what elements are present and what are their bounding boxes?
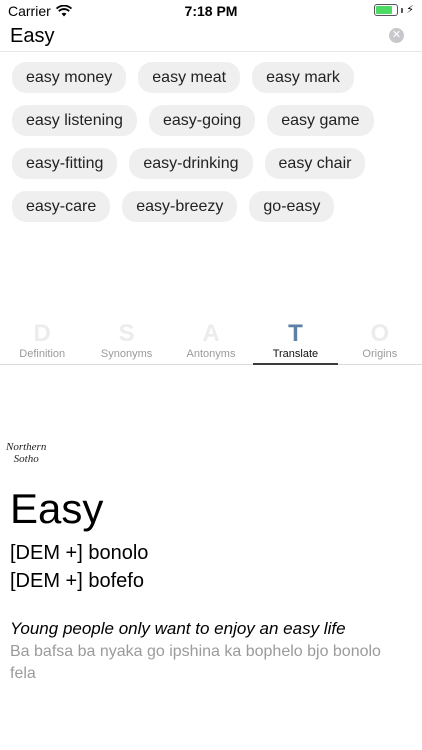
suggestion-chip[interactable]: easy chair	[264, 148, 366, 179]
search-input[interactable]	[10, 22, 380, 50]
tab-letter-icon: A	[202, 320, 220, 347]
tab-letter-icon: T	[288, 320, 303, 347]
tab-label: Synonyms	[100, 348, 153, 360]
suggestion-chips: easy money easy meat easy mark easy listeni…	[12, 62, 412, 222]
clear-circle-icon: ✕	[391, 29, 402, 41]
example-sentence: Young people only want to enjoy an easy …	[10, 619, 346, 638]
language-logo-line: Sotho	[13, 453, 39, 465]
translation-item: [DEM +] bofefo	[10, 570, 144, 592]
suggestion-chip[interactable]: easy game	[267, 105, 374, 136]
example-block: Young people only want to enjoy an easy …	[10, 618, 410, 685]
tab-label: Antonyms	[186, 348, 236, 360]
suggestion-chip[interactable]: easy meat	[138, 62, 241, 93]
tab-label: Definition	[19, 348, 66, 360]
suggestion-chip[interactable]: easy listening	[12, 105, 137, 136]
suggestion-chip[interactable]: easy-going	[148, 105, 256, 136]
carrier-indicator: Carrier	[8, 3, 72, 19]
headword: Easy	[10, 485, 104, 532]
tab-translate[interactable]: T Translate	[253, 320, 339, 365]
suggestion-chip[interactable]: easy-care	[12, 191, 111, 222]
battery-indicator: ⚡︎	[374, 4, 414, 16]
translation-item: [DEM +] bonolo	[10, 542, 149, 564]
language-logo: Northern Sotho	[6, 441, 46, 465]
example-translation: Ba bafsa ba nyaka go ipshina ka bophelo …	[10, 643, 381, 682]
battery-level-fill	[376, 6, 393, 14]
tab-letter-icon: D	[33, 320, 51, 347]
suggestion-chip[interactable]: easy-fitting	[12, 148, 118, 179]
wifi-icon	[55, 5, 72, 17]
status-bar: Carrier 7:18 PM ⚡︎	[0, 0, 422, 22]
suggestion-chip[interactable]: easy money	[12, 62, 127, 93]
tab-origins[interactable]: O Origins	[338, 321, 422, 364]
tab-letter-icon: S	[118, 320, 135, 347]
tab-synonyms[interactable]: S Synonyms	[84, 321, 168, 364]
battery-tip	[401, 7, 404, 13]
tab-letter-icon: O	[370, 320, 390, 347]
tab-definition[interactable]: D Definition	[0, 321, 84, 364]
suggestion-chip[interactable]: go-easy	[249, 191, 335, 222]
search-bar: ✕	[0, 22, 422, 52]
section-tabs: D Definition S Synonyms A Antonyms T Translate O…	[0, 321, 422, 365]
carrier-label: Carrier	[8, 3, 51, 19]
charging-bolt-icon: ⚡︎	[406, 4, 414, 16]
suggestion-chip[interactable]: easy mark	[252, 62, 354, 93]
suggestion-chip[interactable]: easy-breezy	[122, 191, 238, 222]
tab-label: Origins	[362, 348, 398, 360]
tab-antonyms[interactable]: A Antonyms	[169, 321, 253, 364]
language-logo-line: Northern	[6, 441, 47, 453]
suggestion-chip[interactable]: easy-drinking	[129, 148, 253, 179]
translation-list: [DEM +] bonolo [DEM +] bofefo	[10, 539, 148, 595]
clear-search-button[interactable]: ✕	[389, 28, 404, 43]
tab-label: Translate	[272, 348, 319, 360]
battery-icon	[374, 4, 399, 16]
